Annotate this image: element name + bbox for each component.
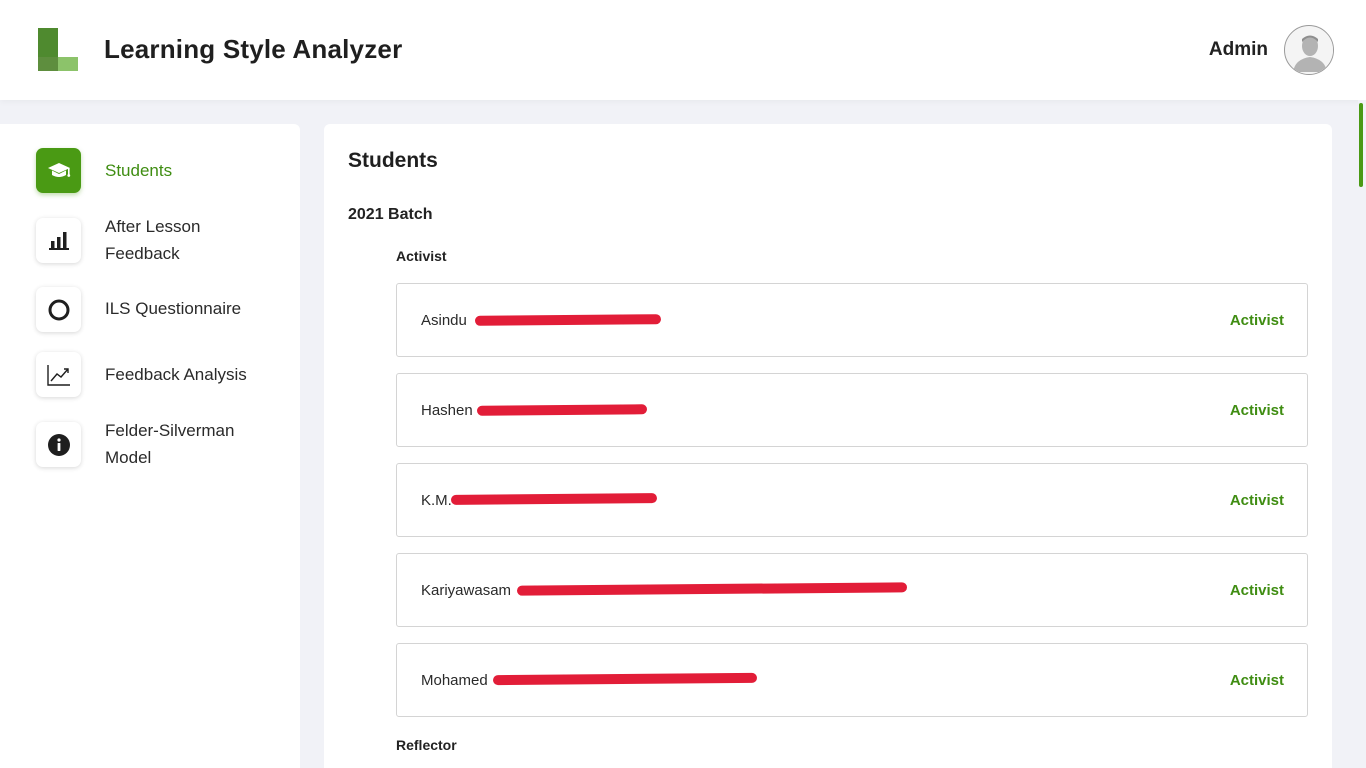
student-name: Kariyawasam (421, 582, 512, 599)
student-name: K.M. (421, 492, 452, 509)
sidebar-item-students[interactable]: Students (36, 148, 286, 193)
sidebar-item-label: Felder-Silverman Model (105, 421, 235, 467)
group-heading-reflector: Reflector (396, 737, 457, 753)
learning-style-label: Activist (1229, 312, 1284, 329)
learning-style-label: Activist (1229, 492, 1284, 509)
redaction-mark (516, 582, 908, 596)
sidebar-item-felder-silverman-model[interactable]: Felder-Silverman Model (36, 421, 286, 476)
redaction-mark (474, 314, 662, 326)
student-card[interactable]: Kariyawasam Activist (396, 553, 1308, 627)
scrollbar-thumb[interactable] (1359, 103, 1363, 187)
student-name: Hashen (421, 402, 473, 419)
student-name: Asindu (421, 312, 467, 329)
batch-heading: 2021 Batch (348, 206, 433, 223)
page-title: Students (348, 149, 438, 172)
sidebar-item-feedback-analysis[interactable]: Feedback Analysis (36, 352, 286, 397)
redaction-mark (492, 672, 758, 686)
bar-chart-icon (36, 218, 81, 263)
user-avatar-icon (1286, 27, 1333, 74)
graduation-cap-icon (36, 148, 81, 193)
sidebar-item-label: Feedback Analysis (105, 365, 247, 384)
circle-icon (36, 287, 81, 332)
sidebar-item-label: After Lesson Feedback (105, 217, 201, 263)
learning-style-label: Activist (1229, 402, 1284, 419)
redaction-mark (476, 404, 648, 416)
learning-style-label: Activist (1229, 582, 1284, 599)
redaction-mark (450, 493, 658, 505)
trend-line-icon (36, 352, 81, 397)
sidebar-item-ils-questionnaire[interactable]: ILS Questionnaire (36, 287, 286, 332)
student-name: Mohamed (421, 672, 488, 689)
student-card[interactable]: K.M. Activist (396, 463, 1308, 537)
sidebar-item-label: Students (105, 161, 173, 180)
sidebar-item-label: ILS Questionnaire (105, 299, 242, 318)
group-heading-activist: Activist (396, 248, 447, 264)
student-card[interactable]: Hashen Activist (396, 373, 1308, 447)
app-title: Learning Style Analyzer (104, 34, 403, 64)
learning-style-label: Activist (1229, 672, 1284, 689)
info-icon (36, 422, 81, 467)
main-panel: Students 2021 Batch Activist Asindu Acti… (324, 124, 1332, 768)
student-card[interactable]: Asindu Activist (396, 283, 1308, 357)
page-scrollbar[interactable] (1358, 100, 1366, 768)
sidebar: Students After Lesson Feedback ILS Quest… (0, 124, 300, 768)
student-card[interactable]: Mohamed Activist (396, 643, 1308, 717)
sidebar-item-after-lesson-feedback[interactable]: After Lesson Feedback (36, 217, 286, 272)
user-name[interactable]: Admin (1209, 39, 1268, 61)
avatar[interactable] (1284, 25, 1334, 75)
app-logo-icon[interactable] (38, 28, 78, 71)
top-header: Learning Style Analyzer Admin (0, 0, 1366, 100)
